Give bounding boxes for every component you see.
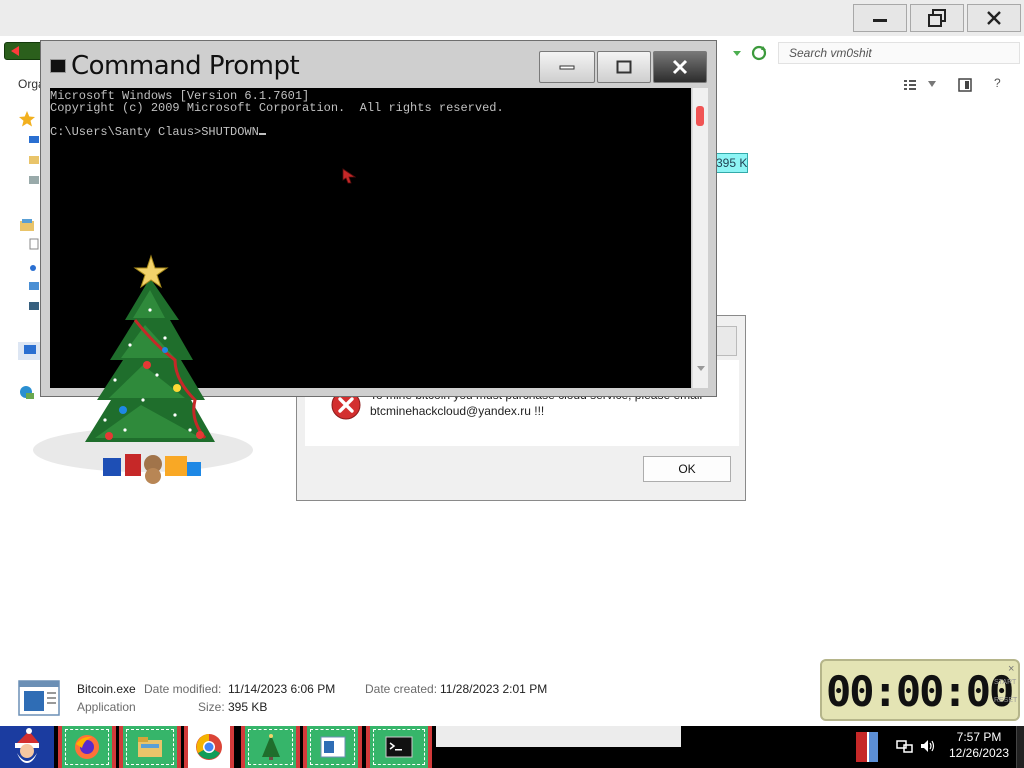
taskbar-chrome[interactable] (184, 726, 234, 768)
taskbar-firefox[interactable] (58, 726, 116, 768)
countdown-start-button[interactable]: START (994, 679, 1016, 686)
cmd-close-button[interactable] (653, 51, 707, 83)
cmd-maximize-button[interactable] (597, 51, 651, 83)
size-value: 395 KB (228, 700, 268, 714)
back-arrow-icon (11, 46, 19, 56)
date-modified-label: Date modified: (144, 682, 222, 696)
countdown-close-button[interactable]: × (1008, 663, 1014, 675)
downloads-folder-icon[interactable] (28, 154, 40, 166)
file-type: Application (77, 700, 136, 714)
countdown-reset-button[interactable]: RESET (994, 697, 1017, 704)
date-created-label: Date created: (365, 682, 438, 696)
countdown-timer-widget: 00:00:00 × START RESET (820, 659, 1020, 721)
command-prompt-title: Command Prompt (71, 51, 300, 81)
taskbar-explorer[interactable] (119, 726, 181, 768)
recent-places-icon[interactable] (28, 174, 40, 186)
close-icon (987, 11, 1001, 25)
minimize-icon (559, 65, 575, 70)
restore-icon (928, 9, 946, 27)
taskbar-window[interactable] (303, 726, 362, 768)
maximize-icon (616, 60, 632, 74)
santa-start-icon (15, 728, 39, 763)
file-name: Bitcoin.exe (77, 682, 136, 696)
explorer-restore-button[interactable] (910, 4, 964, 32)
firefox-icon (75, 735, 99, 759)
libraries-icon[interactable] (18, 216, 36, 234)
documents-icon[interactable] (28, 238, 40, 250)
explorer-titlebar (0, 0, 1024, 36)
explorer-close-button[interactable] (967, 4, 1021, 32)
dialog-message-line2: btcminehackcloud@yandex.ru !!! (370, 404, 545, 418)
ok-button[interactable]: OK (643, 456, 731, 482)
views-icon[interactable] (903, 78, 917, 92)
application-file-icon (18, 680, 60, 716)
scroll-down-arrow-icon[interactable] (697, 364, 705, 372)
text-cursor (258, 133, 266, 135)
refresh-icon[interactable] (750, 44, 768, 62)
console-line: Copyright (c) 2009 Microsoft Corporation… (50, 101, 504, 115)
taskbar-cmd[interactable] (366, 726, 432, 768)
mouse-pointer-icon (342, 168, 356, 184)
start-button[interactable] (0, 726, 54, 768)
taskbar-clock-time[interactable]: 7:57 PM (944, 730, 1014, 744)
organize-menu[interactable]: Organize (18, 77, 42, 91)
taskbar-christmas-tree[interactable] (241, 726, 300, 768)
preview-pane-icon[interactable] (958, 78, 972, 92)
folder-icon (138, 737, 162, 757)
size-tooltip: 395 KB (712, 153, 748, 173)
desktop-icon[interactable] (28, 134, 40, 146)
console-prompt-line: C:\Users\Santy Claus>SHUTDOWN (50, 126, 691, 138)
application-window-icon (320, 736, 345, 758)
minimize-icon (873, 19, 887, 22)
views-dropdown-icon[interactable] (926, 79, 938, 89)
chrome-icon (196, 734, 222, 760)
christmas-tree-image (33, 254, 253, 484)
volume-tray-icon[interactable] (920, 738, 936, 754)
christmas-tree-icon (261, 734, 280, 760)
date-modified-value: 11/14/2023 6:06 PM (228, 682, 336, 696)
console-command: C:\Users\Santy Claus>SHUTDOWN (50, 125, 259, 139)
cmd-scroll-thumb[interactable] (696, 106, 704, 126)
network-tray-icon[interactable] (896, 738, 914, 754)
explorer-minimize-button[interactable] (853, 4, 907, 32)
close-icon (672, 59, 688, 75)
cmd-scrollbar[interactable] (692, 88, 708, 388)
address-dropdown-icon[interactable] (730, 46, 744, 60)
search-input[interactable]: Search vm0shit (778, 42, 1020, 64)
countdown-display: 00:00:00 (826, 667, 1014, 716)
taskbar-clock-date[interactable]: 12/26/2023 (944, 746, 1014, 760)
size-label: Size: (198, 700, 225, 714)
favorites-star-icon[interactable] (18, 110, 36, 128)
cmd-icon (385, 736, 413, 758)
command-prompt-icon (50, 59, 66, 73)
taskbar: 7:57 PM 12/26/2023 (0, 726, 1024, 768)
date-created-value: 11/28/2023 2:01 PM (440, 682, 548, 696)
cmd-minimize-button[interactable] (539, 51, 595, 83)
help-icon[interactable]: ? (994, 76, 1001, 90)
action-center-flag-icon[interactable] (856, 732, 878, 762)
show-desktop-button[interactable] (1016, 726, 1024, 768)
taskbar-blank-item[interactable] (436, 726, 681, 747)
